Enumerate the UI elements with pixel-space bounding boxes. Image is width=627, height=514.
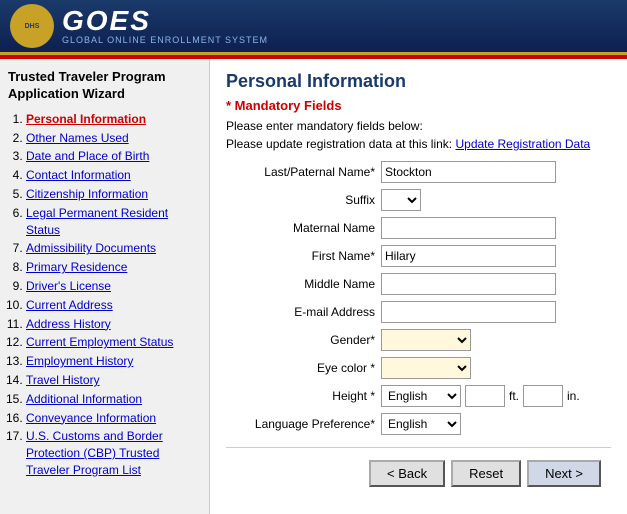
- sidebar-link-legal-resident[interactable]: Legal Permanent Resident Status: [26, 206, 168, 237]
- sidebar-item-conveyance[interactable]: Conveyance Information: [26, 410, 201, 427]
- page-title: Personal Information: [226, 71, 611, 92]
- maternal-name-row: Maternal Name: [226, 217, 611, 239]
- sidebar-item-employment-history[interactable]: Employment History: [26, 353, 201, 370]
- height-in-label: in.: [567, 389, 580, 403]
- email-row: E-mail Address: [226, 301, 611, 323]
- height-controls: English Metric ft. in.: [381, 385, 580, 407]
- language-select[interactable]: English Spanish French: [381, 413, 461, 435]
- sidebar-link-employment-history[interactable]: Employment History: [26, 354, 133, 368]
- sidebar-item-date-birth[interactable]: Date and Place of Birth: [26, 148, 201, 165]
- middle-name-input[interactable]: [381, 273, 556, 295]
- sidebar-item-other-names[interactable]: Other Names Used: [26, 130, 201, 147]
- sidebar-item-travel-history[interactable]: Travel History: [26, 372, 201, 389]
- sidebar-link-contact-info[interactable]: Contact Information: [26, 168, 131, 182]
- sidebar-link-current-address[interactable]: Current Address: [26, 298, 113, 312]
- sidebar-link-personal-information[interactable]: Personal Information: [26, 112, 146, 126]
- sidebar-link-additional-info[interactable]: Additional Information: [26, 392, 142, 406]
- next-button[interactable]: Next >: [527, 460, 601, 487]
- intro-text: Please enter mandatory fields below:: [226, 119, 611, 133]
- first-name-input[interactable]: [381, 245, 556, 267]
- update-registration-link[interactable]: Update Registration Data: [455, 137, 590, 151]
- eye-color-select[interactable]: Black Blue Brown Gray Green Hazel: [381, 357, 471, 379]
- middle-name-label: Middle Name: [226, 277, 381, 291]
- mandatory-label: * Mandatory Fields: [226, 98, 611, 113]
- sidebar-link-citizenship[interactable]: Citizenship Information: [26, 187, 148, 201]
- update-text: Please update registration data at this …: [226, 137, 611, 151]
- height-label: Height *: [226, 389, 381, 403]
- personal-info-form: Last/Paternal Name* Suffix Jr. Sr. II II…: [226, 161, 611, 435]
- suffix-select[interactable]: Jr. Sr. II III: [381, 189, 421, 211]
- sidebar-item-drivers-license[interactable]: Driver's License: [26, 278, 201, 295]
- sidebar-item-personal-information[interactable]: Personal Information: [26, 111, 201, 128]
- first-name-row: First Name*: [226, 245, 611, 267]
- height-unit-select[interactable]: English Metric: [381, 385, 461, 407]
- height-in-input[interactable]: [523, 385, 563, 407]
- last-name-input[interactable]: [381, 161, 556, 183]
- sidebar-item-admissibility[interactable]: Admissibility Documents: [26, 240, 201, 257]
- page-header: DHS GOES GLOBAL ONLINE ENROLLMENT SYSTEM: [0, 0, 627, 55]
- reset-button[interactable]: Reset: [451, 460, 521, 487]
- gender-select[interactable]: Male Female: [381, 329, 471, 351]
- sidebar-title: Trusted Traveler Program Application Wiz…: [8, 69, 201, 103]
- eye-color-row: Eye color * Black Blue Brown Gray Green …: [226, 357, 611, 379]
- goes-title: GOES: [62, 7, 268, 35]
- sidebar-item-address-history[interactable]: Address History: [26, 316, 201, 333]
- language-label: Language Preference*: [226, 417, 381, 431]
- sidebar-link-address-history[interactable]: Address History: [26, 317, 111, 331]
- sidebar-item-cbp-list[interactable]: U.S. Customs and Border Protection (CBP)…: [26, 428, 201, 478]
- height-ft-label: ft.: [509, 389, 519, 403]
- email-input[interactable]: [381, 301, 556, 323]
- sidebar-link-employment-status[interactable]: Current Employment Status: [26, 335, 173, 349]
- sidebar-item-employment-status[interactable]: Current Employment Status: [26, 334, 201, 351]
- sidebar-item-primary-residence[interactable]: Primary Residence: [26, 259, 201, 276]
- sidebar-link-other-names[interactable]: Other Names Used: [26, 131, 129, 145]
- sidebar-link-travel-history[interactable]: Travel History: [26, 373, 100, 387]
- gender-label: Gender*: [226, 333, 381, 347]
- gender-row: Gender* Male Female: [226, 329, 611, 351]
- last-name-row: Last/Paternal Name*: [226, 161, 611, 183]
- height-ft-input[interactable]: [465, 385, 505, 407]
- sidebar-item-current-address[interactable]: Current Address: [26, 297, 201, 314]
- sidebar-link-cbp-list[interactable]: U.S. Customs and Border Protection (CBP)…: [26, 429, 163, 477]
- content-area: Personal Information * Mandatory Fields …: [210, 59, 627, 514]
- main-layout: Trusted Traveler Program Application Wiz…: [0, 59, 627, 514]
- sidebar-item-legal-resident[interactable]: Legal Permanent Resident Status: [26, 205, 201, 239]
- last-name-label: Last/Paternal Name*: [226, 165, 381, 179]
- sidebar-nav: Personal Information Other Names Used Da…: [8, 111, 201, 479]
- button-row: < Back Reset Next >: [226, 460, 611, 487]
- height-row: Height * English Metric ft. in.: [226, 385, 611, 407]
- sidebar-item-citizenship[interactable]: Citizenship Information: [26, 186, 201, 203]
- sidebar-item-additional-info[interactable]: Additional Information: [26, 391, 201, 408]
- back-button[interactable]: < Back: [369, 460, 445, 487]
- sidebar-link-primary-residence[interactable]: Primary Residence: [26, 260, 127, 274]
- sidebar-link-admissibility[interactable]: Admissibility Documents: [26, 241, 156, 255]
- suffix-label: Suffix: [226, 193, 381, 207]
- goes-subtitle: GLOBAL ONLINE ENROLLMENT SYSTEM: [62, 35, 268, 45]
- goes-logo: GOES GLOBAL ONLINE ENROLLMENT SYSTEM: [62, 7, 268, 45]
- sidebar: Trusted Traveler Program Application Wiz…: [0, 59, 210, 514]
- sidebar-link-date-birth[interactable]: Date and Place of Birth: [26, 149, 149, 163]
- maternal-name-input[interactable]: [381, 217, 556, 239]
- dhs-seal: DHS: [10, 4, 54, 48]
- sidebar-item-contact-info[interactable]: Contact Information: [26, 167, 201, 184]
- email-label: E-mail Address: [226, 305, 381, 319]
- sidebar-link-drivers-license[interactable]: Driver's License: [26, 279, 111, 293]
- language-row: Language Preference* English Spanish Fre…: [226, 413, 611, 435]
- eye-color-label: Eye color *: [226, 361, 381, 375]
- sidebar-link-conveyance[interactable]: Conveyance Information: [26, 411, 156, 425]
- first-name-label: First Name*: [226, 249, 381, 263]
- suffix-row: Suffix Jr. Sr. II III: [226, 189, 611, 211]
- middle-name-row: Middle Name: [226, 273, 611, 295]
- maternal-name-label: Maternal Name: [226, 221, 381, 235]
- form-separator: [226, 447, 611, 448]
